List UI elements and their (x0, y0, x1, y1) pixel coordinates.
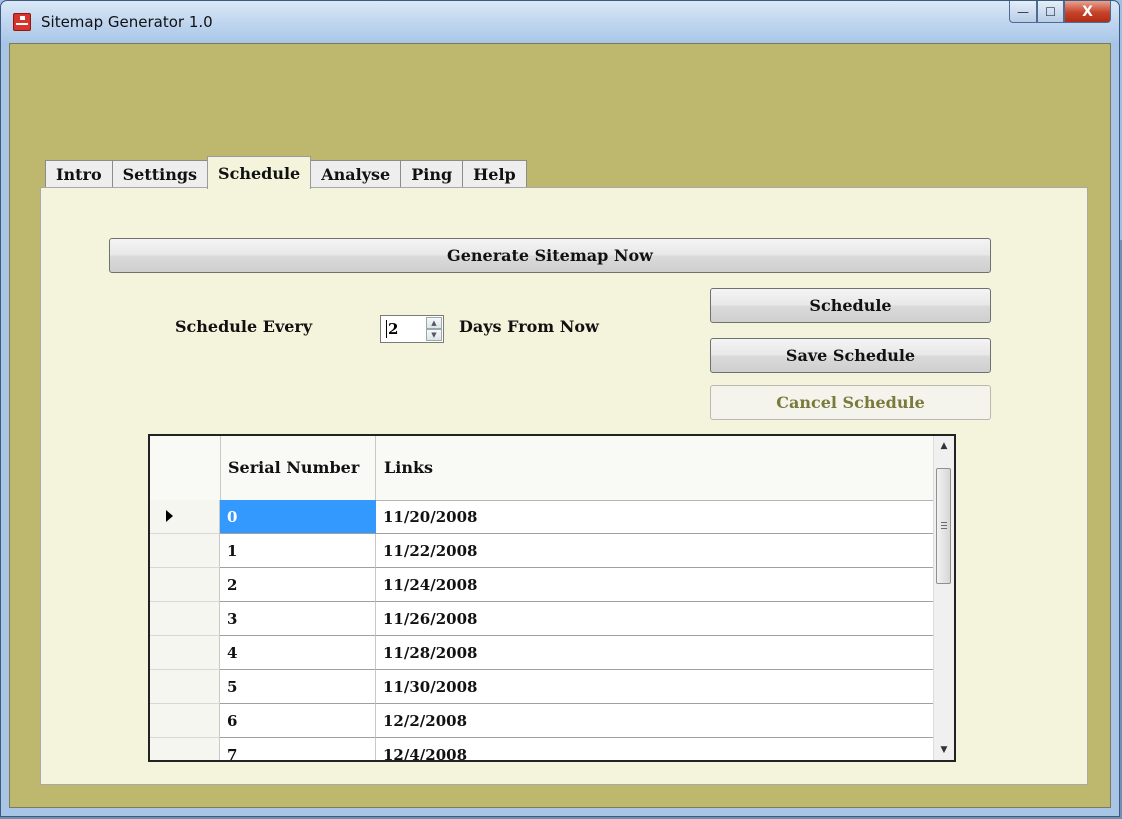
scroll-up-icon[interactable]: ▲ (934, 436, 954, 456)
column-header-serial-number[interactable]: Serial Number (220, 436, 376, 500)
schedule-grid[interactable]: Serial Number Links 0 11/20/2008 1 11/22/20… (148, 434, 956, 762)
row-header[interactable] (150, 636, 220, 670)
row-header[interactable] (150, 500, 220, 534)
cell-serial-number[interactable]: 2 (220, 568, 376, 602)
days-stepper[interactable]: 2 ▲ ▼ (380, 315, 444, 343)
tab-help[interactable]: Help (462, 160, 527, 188)
minimize-icon: — (1017, 4, 1029, 19)
scroll-thumb[interactable] (936, 468, 951, 584)
cell-links[interactable]: 12/4/2008 (376, 738, 934, 760)
vertical-scrollbar[interactable]: ▲ ▼ (933, 436, 954, 760)
cell-serial-number[interactable]: 4 (220, 636, 376, 670)
window-title: Sitemap Generator 1.0 (41, 13, 213, 31)
cell-serial-number[interactable]: 5 (220, 670, 376, 704)
schedule-panel: Generate Sitemap Now Schedule Every 2 ▲ … (40, 187, 1088, 785)
tab-schedule[interactable]: Schedule (207, 156, 312, 189)
cell-links[interactable]: 11/22/2008 (376, 534, 934, 568)
column-header-links[interactable]: Links (376, 436, 934, 500)
cell-links[interactable]: 11/20/2008 (376, 500, 934, 534)
table-row[interactable]: 7 12/4/2008 (150, 738, 934, 760)
row-header[interactable] (150, 670, 220, 704)
days-value[interactable]: 2 (386, 320, 398, 338)
row-header[interactable] (150, 534, 220, 568)
cell-serial-number[interactable]: 7 (220, 738, 376, 760)
close-button[interactable]: X (1064, 1, 1111, 23)
row-header[interactable] (150, 602, 220, 636)
scroll-down-icon[interactable]: ▼ (934, 740, 954, 760)
row-header[interactable] (150, 704, 220, 738)
schedule-every-label: Schedule Every (175, 317, 313, 336)
cancel-schedule-button[interactable]: Cancel Schedule (710, 385, 991, 420)
tab-settings[interactable]: Settings (111, 160, 209, 188)
client-area: Intro Settings Schedule Analyse Ping Hel… (9, 43, 1111, 808)
table-row[interactable]: 2 11/24/2008 (150, 568, 934, 602)
cell-serial-number[interactable]: 0 (220, 500, 376, 534)
cell-links[interactable]: 11/30/2008 (376, 670, 934, 704)
tab-analyse[interactable]: Analyse (310, 160, 402, 188)
table-row[interactable]: 4 11/28/2008 (150, 636, 934, 670)
title-bar[interactable]: Sitemap Generator 1.0 — ☐ X (1, 1, 1119, 43)
table-row[interactable]: 1 11/22/2008 (150, 534, 934, 568)
cell-links[interactable]: 11/24/2008 (376, 568, 934, 602)
table-row[interactable]: 3 11/26/2008 (150, 602, 934, 636)
maximize-icon: ☐ (1045, 4, 1056, 19)
row-header[interactable] (150, 738, 220, 760)
cell-serial-number[interactable]: 6 (220, 704, 376, 738)
schedule-button[interactable]: Schedule (710, 288, 991, 323)
close-icon: X (1082, 3, 1093, 20)
cell-links[interactable]: 12/2/2008 (376, 704, 934, 738)
tab-intro[interactable]: Intro (45, 160, 113, 188)
window-controls: — ☐ X (1009, 1, 1111, 23)
maximize-button[interactable]: ☐ (1037, 1, 1064, 23)
cell-links[interactable]: 11/28/2008 (376, 636, 934, 670)
cell-serial-number[interactable]: 1 (220, 534, 376, 568)
row-header[interactable] (150, 568, 220, 602)
stepper-down-icon[interactable]: ▼ (426, 329, 442, 341)
days-from-now-label: Days From Now (459, 317, 599, 336)
cell-links[interactable]: 11/26/2008 (376, 602, 934, 636)
table-row[interactable]: 0 11/20/2008 (150, 500, 934, 534)
table-row[interactable]: 6 12/2/2008 (150, 704, 934, 738)
stepper-up-icon[interactable]: ▲ (426, 317, 442, 329)
tab-strip: Intro Settings Schedule Analyse Ping Hel… (45, 156, 527, 189)
generate-sitemap-now-button[interactable]: Generate Sitemap Now (109, 238, 991, 273)
save-schedule-button[interactable]: Save Schedule (710, 338, 991, 373)
current-row-arrow-icon (166, 510, 173, 522)
tab-ping[interactable]: Ping (400, 160, 464, 188)
grid-corner[interactable] (150, 436, 221, 500)
grid-header: Serial Number Links (150, 436, 934, 501)
minimize-button[interactable]: — (1009, 1, 1037, 23)
sitemap-app-icon[interactable] (13, 13, 31, 31)
stepper-buttons: ▲ ▼ (426, 317, 442, 341)
app-window: Sitemap Generator 1.0 — ☐ X Intro Settin… (0, 0, 1120, 817)
cell-serial-number[interactable]: 3 (220, 602, 376, 636)
table-row[interactable]: 5 11/30/2008 (150, 670, 934, 704)
